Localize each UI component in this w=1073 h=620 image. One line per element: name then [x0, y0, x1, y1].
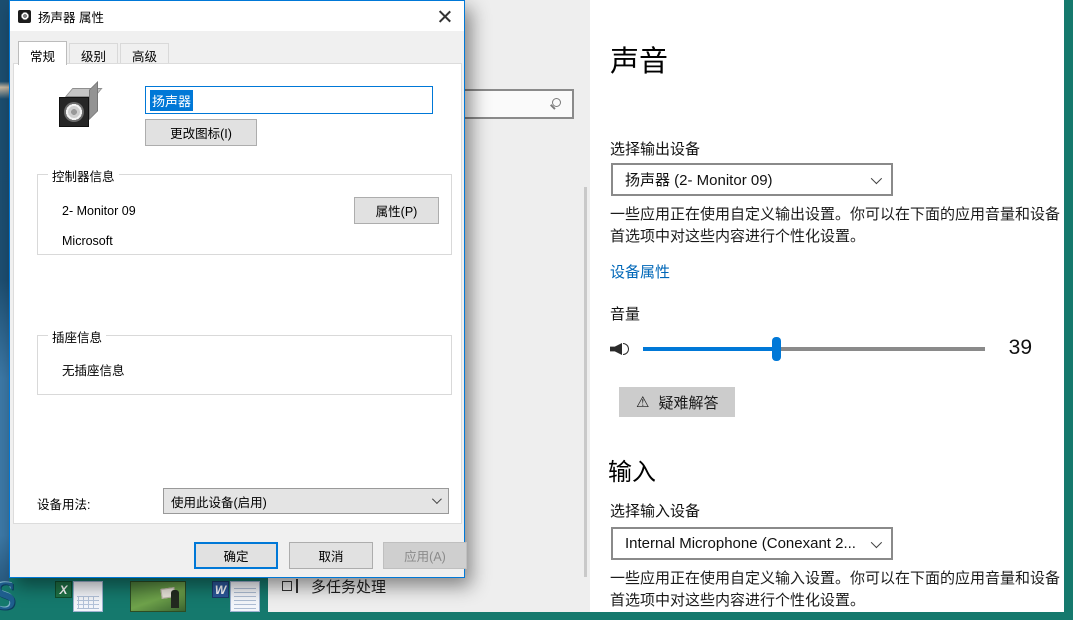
- input-device-dropdown[interactable]: Internal Microphone (Conexant 2...: [611, 527, 893, 560]
- s-app-desktop-icon[interactable]: S: [0, 581, 42, 612]
- excel-badge-icon: X: [55, 581, 72, 598]
- dialog-titlebar[interactable]: 扬声器 属性: [10, 1, 464, 31]
- change-icon-button[interactable]: 更改图标(I): [145, 119, 257, 146]
- volume-slider-track[interactable]: [643, 347, 985, 351]
- volume-label: 音量: [610, 303, 640, 324]
- apply-button[interactable]: 应用(A): [383, 542, 467, 569]
- dialog-title: 扬声器 属性: [38, 7, 104, 26]
- general-tab-panel: 扬声器 更改图标(I) 控制器信息 2- Monitor 09 Microsof…: [13, 63, 462, 524]
- warning-triangle-icon: ⚠: [636, 393, 649, 411]
- speaker-volume-icon: [610, 339, 632, 359]
- speaker-app-icon: [18, 10, 31, 23]
- device-properties-link[interactable]: 设备属性: [610, 261, 670, 282]
- device-name-selected-text: 扬声器: [150, 90, 193, 111]
- multitasking-icon: [282, 579, 298, 593]
- input-section-heading: 输入: [608, 452, 656, 487]
- photo-desktop-icon[interactable]: [130, 581, 186, 612]
- photo-figure-detail: [171, 590, 179, 608]
- controller-info-group: 控制器信息 2- Monitor 09 Microsoft 属性(P): [37, 174, 452, 255]
- input-device-value: Internal Microphone (Conexant 2...: [625, 535, 856, 552]
- dialog-close-icon[interactable]: [436, 7, 454, 25]
- tab-advanced[interactable]: 高级: [120, 43, 169, 64]
- output-device-dropdown[interactable]: 扬声器 (2- Monitor 09): [611, 163, 893, 196]
- chevron-down-icon: [432, 494, 442, 504]
- output-device-value: 扬声器 (2- Monitor 09): [625, 169, 773, 190]
- cancel-button[interactable]: 取消: [289, 542, 373, 569]
- output-note: 一些应用正在使用自定义输出设置。你可以在下面的应用音量和设备首选项中对这些内容进…: [610, 204, 1064, 248]
- controller-vendor: Microsoft: [62, 234, 113, 248]
- input-device-label: 选择输入设备: [610, 500, 700, 521]
- ok-button[interactable]: 确定: [194, 542, 278, 569]
- background-window-edge: [0, 0, 9, 582]
- volume-value: 39: [1009, 336, 1032, 360]
- settings-content: 声音 选择输出设备 扬声器 (2- Monitor 09) 一些应用正在使用自定…: [590, 0, 1064, 612]
- excel-page-icon: [73, 581, 103, 612]
- troubleshoot-label: 疑难解答: [658, 392, 718, 413]
- word-file-desktop-icon[interactable]: W: [212, 581, 262, 612]
- word-page-icon: [230, 581, 260, 612]
- tab-levels[interactable]: 级别: [69, 43, 118, 64]
- volume-fill: [643, 347, 776, 351]
- word-badge-icon: W: [212, 581, 229, 598]
- jack-group-label: 插座信息: [48, 327, 106, 346]
- sidebar-scrollbar[interactable]: [584, 187, 587, 577]
- volume-slider-thumb[interactable]: [772, 337, 781, 361]
- chevron-down-icon: [871, 173, 882, 184]
- jack-info-group: 插座信息 无插座信息: [37, 335, 452, 395]
- chevron-down-icon: [871, 537, 882, 548]
- jack-status: 无插座信息: [62, 360, 125, 379]
- dialog-tabs: 常规 级别 高级: [18, 41, 171, 64]
- desktop: S X W 多任务处理 声音 选择输出设备: [0, 0, 1073, 620]
- speaker-properties-dialog: 扬声器 属性 常规 级别 高级 扬声器 更改图标(I) 控制器信息 2- Mon…: [9, 0, 465, 578]
- device-usage-dropdown[interactable]: 使用此设备(启用): [163, 488, 449, 514]
- troubleshoot-button[interactable]: ⚠ 疑难解答: [619, 387, 735, 417]
- device-usage-label: 设备用法:: [37, 494, 90, 513]
- input-note: 一些应用正在使用自定义输入设置。你可以在下面的应用音量和设备首选项中对这些内容进…: [610, 568, 1064, 612]
- volume-slider-row: 39: [610, 334, 1050, 364]
- excel-file-desktop-icon[interactable]: X: [55, 581, 105, 612]
- speaker-device-icon: [58, 88, 104, 132]
- settings-search-input[interactable]: [454, 89, 574, 119]
- controller-device-name: 2- Monitor 09: [62, 204, 136, 218]
- controller-group-label: 控制器信息: [48, 166, 119, 185]
- sidebar-item-label: 多任务处理: [311, 576, 386, 597]
- tab-general[interactable]: 常规: [18, 41, 67, 65]
- page-title: 声音: [610, 38, 668, 80]
- properties-button[interactable]: 属性(P): [354, 197, 439, 224]
- search-icon: [550, 98, 562, 110]
- output-device-label: 选择输出设备: [610, 138, 700, 159]
- device-usage-value: 使用此设备(启用): [171, 492, 267, 511]
- device-name-input[interactable]: 扬声器: [145, 86, 433, 114]
